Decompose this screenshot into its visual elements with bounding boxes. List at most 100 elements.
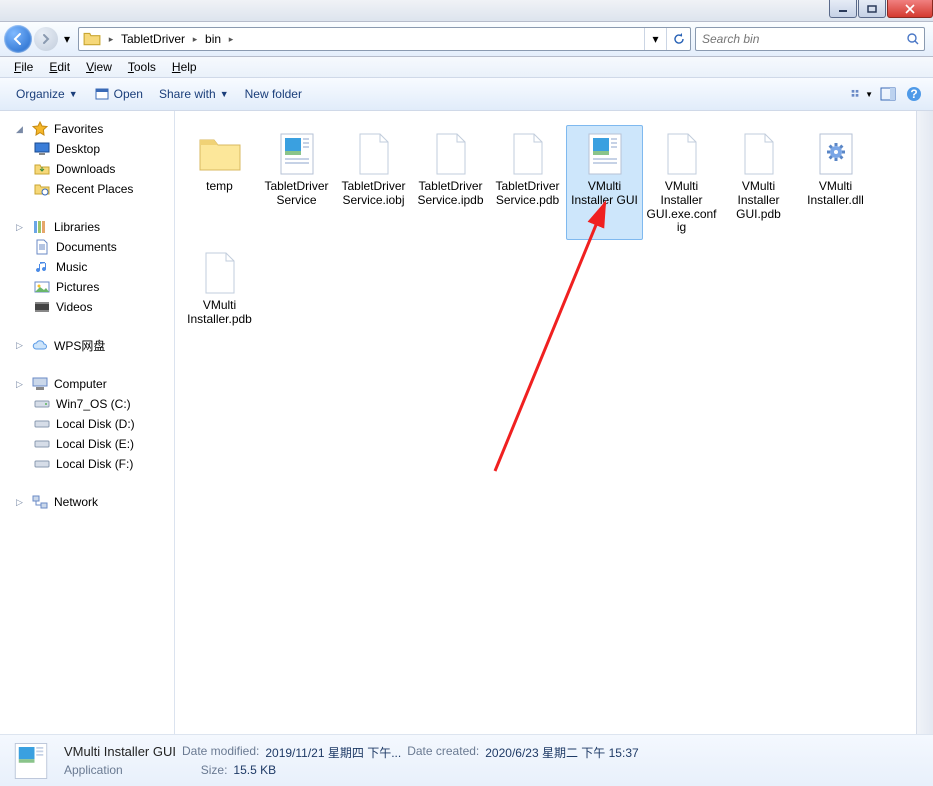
menu-view[interactable]: View <box>78 58 120 76</box>
file-item[interactable]: VMulti Installer GUI.exe.config <box>643 125 720 240</box>
sidebar-documents[interactable]: Documents <box>0 237 174 257</box>
file-item[interactable]: TabletDriverService <box>258 125 335 240</box>
share-with-button[interactable]: Share with ▼ <box>151 83 237 105</box>
menu-help[interactable]: Help <box>164 58 205 76</box>
sidebar-music[interactable]: Music <box>0 257 174 277</box>
refresh-button[interactable] <box>666 28 690 50</box>
file-item[interactable]: temp <box>181 125 258 240</box>
file-label: VMulti Installer GUI.pdb <box>723 180 794 221</box>
navbar: ▾ ▸ TabletDriver ▸ bin ▸ ▾ <box>0 22 933 57</box>
file-label: TabletDriverService <box>261 180 332 208</box>
nav-history-dropdown[interactable]: ▾ <box>60 28 74 50</box>
cloud-icon <box>32 338 48 354</box>
close-button[interactable] <box>887 0 933 18</box>
file-item[interactable]: VMulti Installer GUI <box>566 125 643 240</box>
folder-icon <box>196 130 244 178</box>
sidebar-videos[interactable]: Videos <box>0 297 174 317</box>
downloads-icon <box>34 161 50 177</box>
scrollbar[interactable] <box>916 111 933 734</box>
blank-icon <box>504 130 552 178</box>
organize-button[interactable]: Organize ▼ <box>8 83 86 105</box>
back-button[interactable] <box>4 25 32 53</box>
videos-icon <box>34 299 50 315</box>
blank-icon <box>350 130 398 178</box>
chevron-right-icon[interactable]: ▸ <box>225 34 237 45</box>
file-label: TabletDriverService.ipdb <box>415 180 486 208</box>
menu-edit[interactable]: Edit <box>41 58 78 76</box>
svg-text:?: ? <box>910 87 917 101</box>
file-label: TabletDriverService.iobj <box>338 180 409 208</box>
details-size-label: Size: <box>201 763 228 777</box>
sidebar-label: Network <box>54 495 98 509</box>
sidebar-favorites[interactable]: ◢ Favorites <box>0 119 174 139</box>
sidebar-computer[interactable]: ▷ Computer <box>0 374 174 394</box>
address-dropdown[interactable]: ▾ <box>644 28 666 50</box>
file-label: VMulti Installer.dll <box>800 180 871 208</box>
chevron-right-icon[interactable]: ▸ <box>189 34 201 45</box>
file-item[interactable]: TabletDriverService.iobj <box>335 125 412 240</box>
drive-icon <box>34 456 50 472</box>
minimize-button[interactable] <box>829 0 857 18</box>
file-label: temp <box>206 180 233 194</box>
address-bar[interactable]: ▸ TabletDriver ▸ bin ▸ ▾ <box>78 27 691 51</box>
sidebar-drive-c[interactable]: Win7_OS (C:) <box>0 394 174 414</box>
menubar: File Edit View Tools Help <box>0 57 933 78</box>
sidebar-downloads[interactable]: Downloads <box>0 159 174 179</box>
sidebar-label: WPS网盘 <box>54 337 105 354</box>
file-item[interactable]: TabletDriverService.pdb <box>489 125 566 240</box>
search-input[interactable] <box>696 32 902 46</box>
sidebar-pictures[interactable]: Pictures <box>0 277 174 297</box>
new-folder-button[interactable]: New folder <box>237 83 310 105</box>
drive-icon <box>34 416 50 432</box>
file-item[interactable]: VMulti Installer.pdb <box>181 244 258 332</box>
sidebar-label: Libraries <box>54 220 100 234</box>
pictures-icon <box>34 279 50 295</box>
sidebar-wps[interactable]: ▷ WPS网盘 <box>0 335 174 356</box>
app-icon <box>581 130 629 178</box>
file-type-icon <box>10 740 52 782</box>
sidebar-drive-f[interactable]: Local Disk (F:) <box>0 454 174 474</box>
maximize-button[interactable] <box>858 0 886 18</box>
menu-tools[interactable]: Tools <box>120 58 164 76</box>
network-icon <box>32 494 48 510</box>
file-label: VMulti Installer GUI.exe.config <box>646 180 717 235</box>
preview-pane-button[interactable] <box>877 83 899 105</box>
file-label: VMulti Installer.pdb <box>184 299 255 327</box>
sidebar-label: Computer <box>54 377 107 391</box>
blank-icon <box>427 130 475 178</box>
drive-icon <box>34 396 50 412</box>
search-icon[interactable] <box>902 32 924 46</box>
view-options-button[interactable]: ▼ <box>851 83 873 105</box>
toolbar: Organize ▼ Open Share with ▼ New folder … <box>0 78 933 111</box>
file-item[interactable]: VMulti Installer.dll <box>797 125 874 240</box>
open-button[interactable]: Open <box>86 82 151 106</box>
app-icon <box>273 130 321 178</box>
sidebar-recent-places[interactable]: Recent Places <box>0 179 174 199</box>
file-item[interactable]: VMulti Installer GUI.pdb <box>720 125 797 240</box>
star-icon <box>32 121 48 137</box>
libraries-icon <box>32 219 48 235</box>
details-pane: VMulti Installer GUI Date modified: 2019… <box>0 734 933 786</box>
blank-icon <box>196 249 244 297</box>
file-label: VMulti Installer GUI <box>569 180 640 208</box>
sidebar-desktop[interactable]: Desktop <box>0 139 174 159</box>
file-item[interactable]: TabletDriverService.ipdb <box>412 125 489 240</box>
breadcrumb-bin[interactable]: bin <box>201 28 225 50</box>
music-icon <box>34 259 50 275</box>
file-label: TabletDriverService.pdb <box>492 180 563 208</box>
sidebar-drive-e[interactable]: Local Disk (E:) <box>0 434 174 454</box>
search-box[interactable] <box>695 27 925 51</box>
gear-icon <box>812 130 860 178</box>
forward-button[interactable] <box>34 27 58 51</box>
sidebar-network[interactable]: ▷ Network <box>0 492 174 512</box>
chevron-right-icon[interactable]: ▸ <box>105 34 117 45</box>
breadcrumb-tabletdriver[interactable]: TabletDriver <box>117 28 189 50</box>
documents-icon <box>34 239 50 255</box>
blank-icon <box>658 130 706 178</box>
file-list[interactable]: tempTabletDriverServiceTabletDriverServi… <box>175 111 933 734</box>
sidebar-libraries[interactable]: ▷ Libraries <box>0 217 174 237</box>
help-button[interactable]: ? <box>903 83 925 105</box>
menu-file[interactable]: File <box>6 58 41 76</box>
computer-icon <box>32 376 48 392</box>
sidebar-drive-d[interactable]: Local Disk (D:) <box>0 414 174 434</box>
